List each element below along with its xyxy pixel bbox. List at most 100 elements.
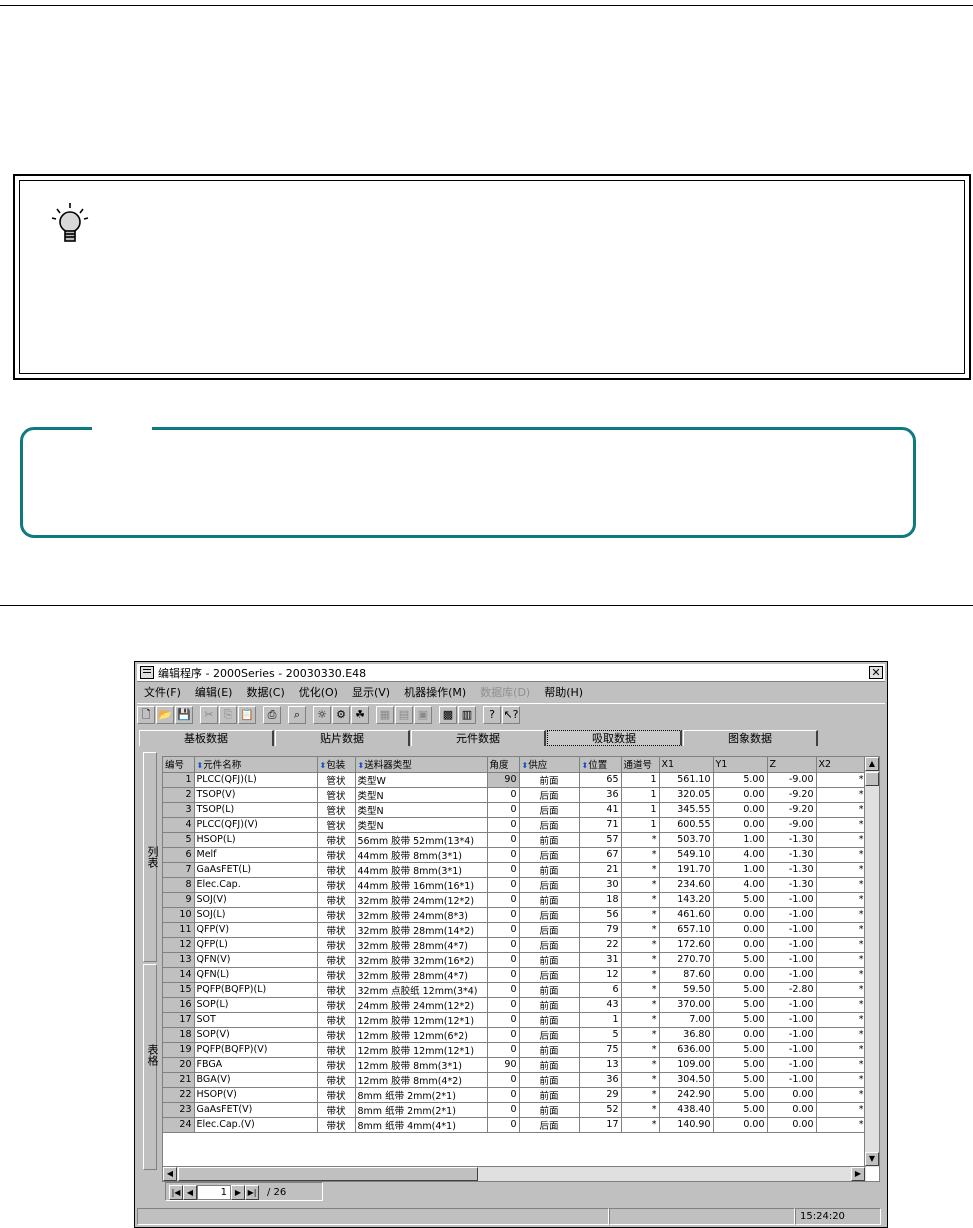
table-cell[interactable]: 前面 — [519, 832, 580, 848]
table-cell[interactable]: * — [621, 847, 660, 863]
table-cell[interactable]: 65 — [579, 772, 622, 788]
table-cell[interactable]: * — [816, 832, 867, 848]
table-cell[interactable]: SOJ(V) — [194, 892, 318, 908]
table-cell[interactable]: 0 — [487, 832, 520, 848]
table-cell[interactable]: 11 — [163, 922, 195, 938]
table-cell[interactable]: 1 — [621, 802, 660, 818]
table-cell[interactable]: 后面 — [519, 967, 580, 983]
table-cell[interactable]: 0.00 — [713, 1027, 768, 1043]
table-cell[interactable]: * — [816, 967, 867, 983]
table-cell[interactable]: * — [816, 922, 867, 938]
table-cell[interactable]: 5.00 — [713, 1102, 768, 1118]
table-cell[interactable]: 6 — [163, 847, 195, 863]
prev-page-icon[interactable]: ◀ — [183, 1184, 197, 1200]
layout-icon[interactable]: ▥ — [458, 705, 476, 724]
table-cell[interactable]: * — [816, 907, 867, 923]
table-cell[interactable]: 270.70 — [659, 952, 714, 968]
table-cell[interactable]: * — [621, 1072, 660, 1088]
table-cell[interactable]: 3 — [163, 802, 195, 818]
table-cell[interactable]: 143.20 — [659, 892, 714, 908]
table-row[interactable]: 24 Elec.Cap.(V) 带状 8mm 纸带 4mm(4*1) 0 后面 17 * 140… — [163, 1117, 867, 1133]
table-cell[interactable]: * — [816, 997, 867, 1013]
table-cell[interactable]: 32mm 胶带 28mm(4*7) — [355, 967, 488, 983]
optimize-icon[interactable]: ⚙ — [332, 705, 350, 724]
table-cell[interactable]: 后面 — [519, 1117, 580, 1133]
close-button[interactable]: ✕ — [869, 666, 883, 679]
table-cell[interactable]: * — [621, 1087, 660, 1103]
table-cell[interactable]: * — [621, 832, 660, 848]
table-cell[interactable]: 36 — [579, 1072, 622, 1088]
table-cell[interactable]: 8mm 纸带 2mm(2*1) — [355, 1087, 488, 1103]
table-cell[interactable]: -1.00 — [767, 1042, 817, 1058]
table-cell[interactable]: 12 — [579, 967, 622, 983]
table-cell[interactable]: -1.00 — [767, 922, 817, 938]
table-cell[interactable]: 1 — [621, 817, 660, 833]
table-cell[interactable]: 带状 — [317, 877, 356, 893]
table-cell[interactable]: 2 — [163, 787, 195, 803]
table-cell[interactable]: * — [816, 1042, 867, 1058]
table-cell[interactable]: -1.30 — [767, 877, 817, 893]
table-cell[interactable]: 4 — [163, 817, 195, 833]
table-cell[interactable]: 前面 — [519, 862, 580, 878]
table-cell[interactable]: 600.55 — [659, 817, 714, 833]
table-cell[interactable]: 43 — [579, 997, 622, 1013]
column-header-6[interactable]: ⬍位置 — [579, 757, 622, 773]
table-cell[interactable]: 44mm 胶带 16mm(16*1) — [355, 877, 488, 893]
table-cell[interactable]: 10 — [163, 907, 195, 923]
table-cell[interactable]: 0.00 — [767, 1102, 817, 1118]
table-cell[interactable]: 503.70 — [659, 832, 714, 848]
table-cell[interactable]: 8 — [163, 877, 195, 893]
table-cell[interactable]: 6 — [579, 982, 622, 998]
table-cell[interactable]: -2.80 — [767, 982, 817, 998]
table-cell[interactable]: 5.00 — [713, 1012, 768, 1028]
table-cell[interactable]: 18 — [163, 1027, 195, 1043]
table-cell[interactable]: 32mm 胶带 24mm(12*2) — [355, 892, 488, 908]
table-row[interactable]: 22 HSOP(V) 带状 8mm 纸带 2mm(2*1) 0 前面 29 * 242.90 5.… — [163, 1087, 867, 1103]
table-cell[interactable]: 7 — [163, 862, 195, 878]
table-cell[interactable]: 后面 — [519, 937, 580, 953]
tab-0[interactable]: 基板数据 — [139, 730, 274, 746]
table-cell[interactable]: 0 — [487, 967, 520, 983]
table-cell[interactable]: 140.90 — [659, 1117, 714, 1133]
table-cell[interactable]: 1 — [579, 1012, 622, 1028]
table-cell[interactable]: 0 — [487, 1102, 520, 1118]
column-header-2[interactable]: ⬍包装 — [317, 757, 356, 773]
column-header-1[interactable]: ⬍元件名称 — [194, 757, 318, 773]
table-cell[interactable]: * — [816, 1027, 867, 1043]
table-cell[interactable]: FBGA — [194, 1057, 318, 1073]
table-cell[interactable]: 109.00 — [659, 1057, 714, 1073]
idea-bulb-icon[interactable]: ☼ — [313, 705, 331, 724]
print-icon[interactable]: ⎙ — [263, 705, 281, 724]
table-cell[interactable]: 带状 — [317, 982, 356, 998]
table-cell[interactable]: QFN(V) — [194, 952, 318, 968]
table-row[interactable]: 6 Melf 带状 44mm 胶带 8mm(3*1) 0 后面 67 * 549.10 4.00-… — [163, 847, 867, 863]
table-cell[interactable]: 304.50 — [659, 1072, 714, 1088]
table-cell[interactable]: 0 — [487, 1027, 520, 1043]
table-cell[interactable]: 后面 — [519, 922, 580, 938]
table-cell[interactable]: 15 — [163, 982, 195, 998]
table-cell[interactable]: 前面 — [519, 952, 580, 968]
table-row[interactable]: 19 PQFP(BQFP)(V) 带状 12mm 胶带 12mm(12*1) 0 前面 75… — [163, 1042, 867, 1058]
table-cell[interactable]: * — [816, 877, 867, 893]
table-cell[interactable]: 438.40 — [659, 1102, 714, 1118]
table-cell[interactable]: 19 — [163, 1042, 195, 1058]
table-cell[interactable]: 12mm 胶带 12mm(12*1) — [355, 1042, 488, 1058]
table-cell[interactable]: QFP(L) — [194, 937, 318, 953]
vertical-scrollbar[interactable]: ▲ ▼ — [864, 757, 879, 1167]
menu-item-1[interactable]: 编辑(E) — [188, 684, 240, 700]
table-cell[interactable]: HSOP(L) — [194, 832, 318, 848]
table-cell[interactable]: SOP(L) — [194, 997, 318, 1013]
page-number-input[interactable]: 1 — [197, 1184, 231, 1200]
table-cell[interactable]: -1.00 — [767, 1057, 817, 1073]
table-cell[interactable]: 18 — [579, 892, 622, 908]
table-cell[interactable]: 4.00 — [713, 847, 768, 863]
table-cell[interactable]: 16 — [163, 997, 195, 1013]
table-cell[interactable]: 1.00 — [713, 832, 768, 848]
group-icon[interactable]: ☘ — [351, 705, 369, 724]
scroll-up-icon[interactable]: ▲ — [865, 757, 879, 771]
table-cell[interactable]: BGA(V) — [194, 1072, 318, 1088]
table-cell[interactable]: 5.00 — [713, 772, 768, 788]
table-cell[interactable]: 前面 — [519, 1057, 580, 1073]
table-cell[interactable]: * — [816, 1012, 867, 1028]
table-cell[interactable]: * — [816, 817, 867, 833]
